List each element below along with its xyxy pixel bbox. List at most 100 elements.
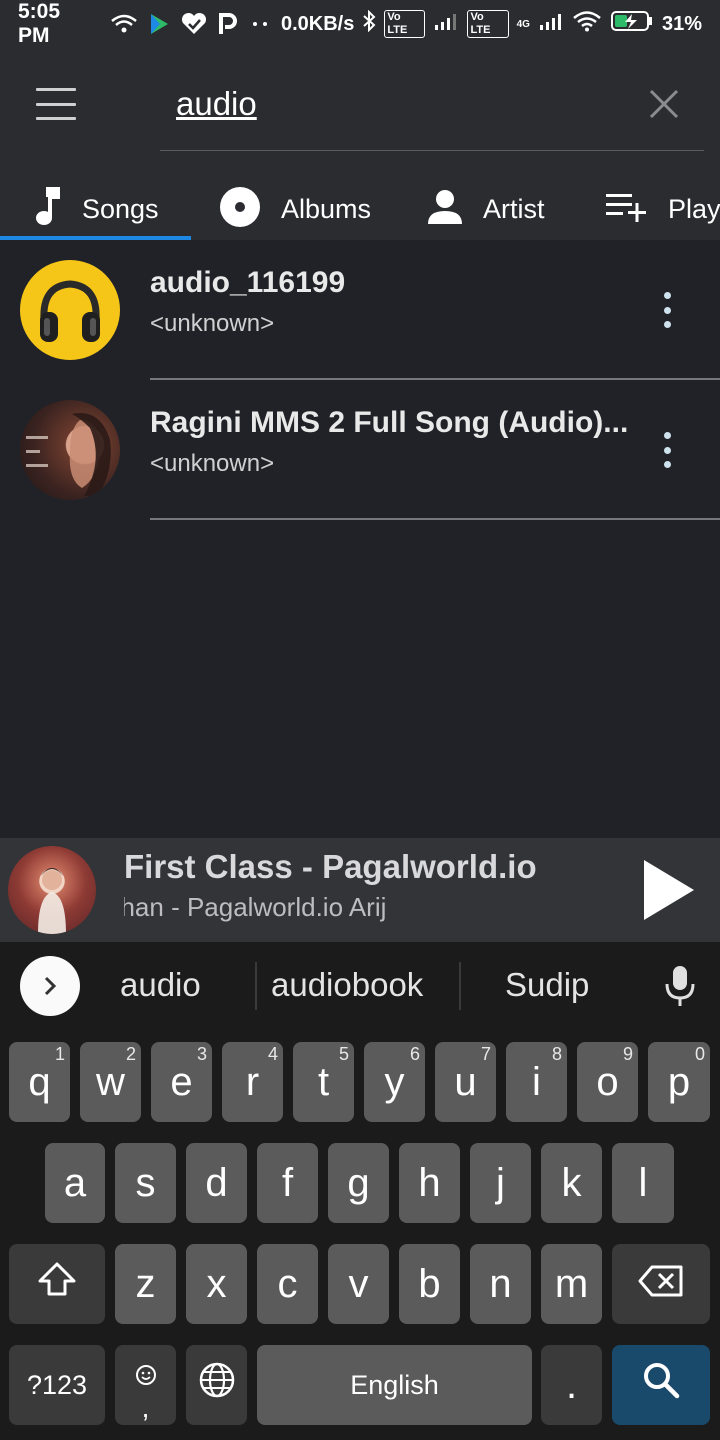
period-key[interactable]: . (541, 1345, 602, 1425)
key-e[interactable]: e3 (151, 1042, 212, 1122)
signal-icon-2 (538, 12, 564, 36)
key-l[interactable]: l (612, 1143, 674, 1223)
search-icon (641, 1360, 681, 1410)
playlist-add-icon (606, 192, 648, 227)
wifi-calling-icon (111, 14, 137, 34)
status-bar: 5:05 PM 0.0KB/s Vo LTE Vo LTE 4G 31% (0, 0, 720, 48)
key-d[interactable]: d (186, 1143, 247, 1223)
wifi-icon (572, 10, 602, 38)
search-app-bar: Songs Albums Artist Play (0, 48, 720, 240)
net-speed: 0.0KB/s (280, 12, 355, 35)
suggestion[interactable]: Sudip (505, 966, 589, 1004)
song-list: audio_116199 <unknown> Ragini MMS 2 Full… (0, 240, 720, 520)
dots-icon (249, 19, 271, 29)
key-z[interactable]: z (115, 1244, 176, 1324)
search-input[interactable] (176, 78, 616, 130)
song-artist: <unknown> (150, 310, 275, 337)
symbols-key[interactable]: ?123 (9, 1345, 105, 1425)
now-playing-subtitle: ohan - Pagalworld.io Arij (124, 892, 387, 922)
list-item[interactable]: Ragini MMS 2 Full Song (Audio)... <unkno… (0, 380, 720, 520)
key-f[interactable]: f (257, 1143, 318, 1223)
key-w[interactable]: w2 (80, 1042, 141, 1122)
headphones-thumbnail (20, 260, 120, 360)
key-n[interactable]: n (470, 1244, 531, 1324)
album-icon (219, 186, 261, 233)
key-m[interactable]: m (541, 1244, 602, 1324)
key-s[interactable]: s (115, 1143, 176, 1223)
app-notification-icon (147, 12, 171, 36)
search-key[interactable] (612, 1345, 710, 1425)
shift-icon (37, 1261, 77, 1307)
key-t[interactable]: t5 (293, 1042, 354, 1122)
soft-keyboard: audio audiobook Sudip q1 w2 e3 r4 t5 y6 … (0, 942, 720, 1440)
key-v[interactable]: v (328, 1244, 389, 1324)
language-key[interactable] (186, 1345, 247, 1425)
key-j[interactable]: j (470, 1143, 531, 1223)
shift-key[interactable] (9, 1244, 105, 1324)
tab-label: Artist (483, 193, 545, 224)
more-vert-icon[interactable] (650, 430, 684, 470)
volte-badge: Vo LTE (384, 10, 426, 38)
now-playing-subtitle-wrap: ohan - Pagalworld.io Arij (124, 892, 564, 928)
chevron-right-icon[interactable] (20, 956, 80, 1016)
tab-playlists[interactable]: Play (576, 178, 720, 240)
key-y[interactable]: y6 (364, 1042, 425, 1122)
backspace-icon (638, 1262, 684, 1307)
person-icon (427, 189, 463, 230)
bluetooth-icon (362, 9, 376, 38)
tab-label: Play (668, 193, 720, 224)
space-bar[interactable]: English (257, 1345, 532, 1425)
network-4g: 4G (516, 18, 530, 30)
tab-albums[interactable]: Albums (191, 178, 391, 240)
volte-badge-2: Vo LTE (467, 10, 509, 38)
key-g[interactable]: g (328, 1143, 389, 1223)
key-u[interactable]: u7 (435, 1042, 496, 1122)
paytm-p-icon (217, 12, 239, 36)
menu-icon[interactable] (30, 84, 82, 124)
emoji-comma-key[interactable]: , (115, 1345, 176, 1425)
key-r[interactable]: r4 (222, 1042, 283, 1122)
key-k[interactable]: k (541, 1143, 602, 1223)
key-c[interactable]: c (257, 1244, 318, 1324)
close-icon[interactable] (644, 84, 684, 124)
tab-songs[interactable]: Songs (0, 178, 191, 240)
album-art (8, 846, 96, 934)
battery-percent: 31% (661, 12, 702, 35)
key-i[interactable]: i8 (506, 1042, 567, 1122)
heart-check-icon (181, 12, 207, 36)
divider (255, 962, 257, 1010)
category-tabs: Songs Albums Artist Play (0, 178, 720, 240)
signal-icon (433, 12, 459, 36)
music-note-icon (32, 186, 62, 232)
key-x[interactable]: x (186, 1244, 247, 1324)
key-q[interactable]: q1 (9, 1042, 70, 1122)
divider (459, 962, 461, 1010)
now-playing-title: First Class - Pagalworld.io (124, 848, 537, 885)
song-title: Ragini MMS 2 Full Song (Audio)... (150, 406, 629, 439)
suggestion[interactable]: audiobook (271, 966, 423, 1004)
backspace-key[interactable] (612, 1244, 710, 1324)
tab-label: Albums (281, 193, 372, 224)
key-b[interactable]: b (399, 1244, 460, 1324)
microphone-icon[interactable] (664, 964, 696, 1008)
key-o[interactable]: o9 (577, 1042, 638, 1122)
suggestion-strip: audio audiobook Sudip (0, 942, 720, 1034)
tab-artist[interactable]: Artist (391, 178, 576, 240)
emoji-icon (135, 1351, 157, 1396)
play-icon[interactable] (636, 856, 700, 924)
more-vert-icon[interactable] (650, 290, 684, 330)
globe-icon (198, 1361, 236, 1409)
battery-charging-icon (610, 10, 654, 38)
search-underline (160, 150, 704, 151)
suggestion[interactable]: audio (120, 966, 201, 1004)
list-item[interactable]: audio_116199 <unknown> (0, 240, 720, 380)
song-title: audio_116199 (150, 266, 346, 299)
key-a[interactable]: a (45, 1143, 105, 1223)
movie-poster-thumbnail (20, 400, 120, 500)
key-p[interactable]: p0 (648, 1042, 710, 1122)
divider (150, 518, 720, 520)
comma-label: , (141, 1391, 150, 1423)
tab-label: Songs (82, 193, 159, 224)
key-h[interactable]: h (399, 1143, 460, 1223)
now-playing-bar[interactable]: First Class - Pagalworld.io ohan - Pagal… (0, 838, 720, 942)
